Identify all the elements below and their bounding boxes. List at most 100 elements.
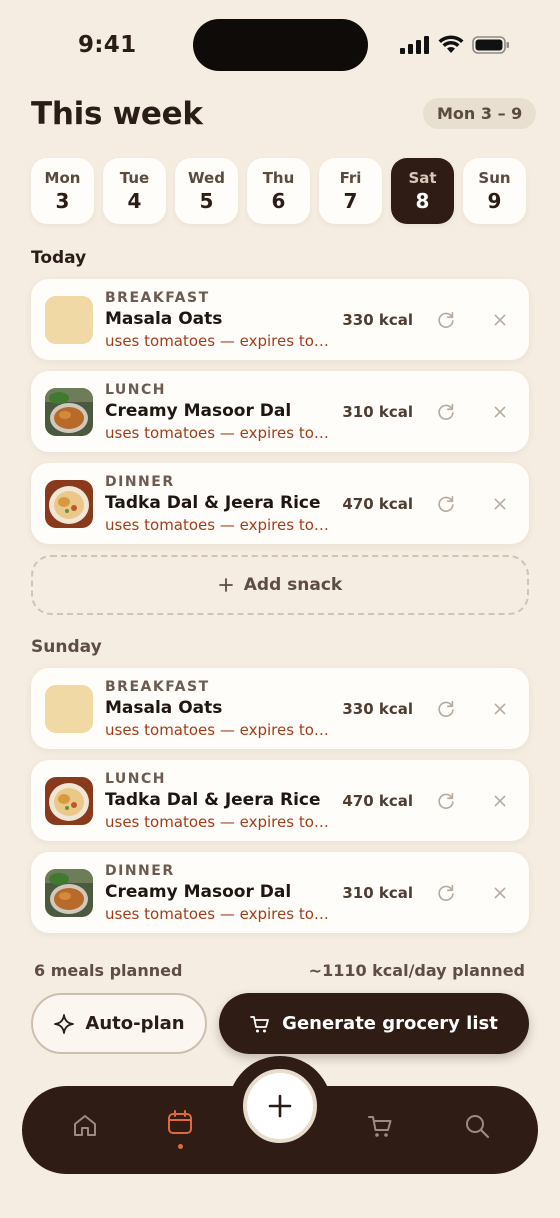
day-chip-tue[interactable]: Tue 4 (103, 158, 166, 224)
rice-plate-image (45, 480, 93, 528)
meal-name: Creamy Masoor Dal (105, 882, 292, 902)
meal-thumbnail (45, 685, 93, 733)
status-bar: 9:41 (0, 0, 560, 92)
generate-grocery-list-label: Generate grocery list (282, 1013, 498, 1034)
day-chip-mon[interactable]: Mon 3 (31, 158, 94, 224)
oats-placeholder-image (45, 296, 93, 344)
active-tab-indicator (178, 1144, 183, 1149)
dynamic-island (193, 19, 368, 71)
dal-bowl-image (45, 388, 93, 436)
status-icons (400, 35, 510, 54)
refresh-icon[interactable] (435, 493, 457, 515)
meal-name: Masala Oats (105, 309, 223, 329)
refresh-icon[interactable] (435, 790, 457, 812)
dal-bowl-image (45, 869, 93, 917)
add-snack-label: Add snack (243, 575, 343, 595)
close-icon[interactable] (489, 882, 511, 904)
meal-card-lunch[interactable]: LUNCH Tadka Dal & Jeera Rice uses tomato… (31, 760, 529, 841)
close-icon[interactable] (489, 698, 511, 720)
rice-plate-image (45, 777, 93, 825)
kcal-planned-summary: ~1110 kcal/day planned (308, 961, 525, 980)
day-chip-sat[interactable]: Sat 8 (391, 158, 454, 224)
day-name: Wed (188, 169, 225, 187)
meal-thumbnail (45, 777, 93, 825)
day-name: Sat (408, 169, 437, 187)
close-icon[interactable] (489, 401, 511, 423)
day-number: 5 (199, 189, 214, 213)
search-icon[interactable] (463, 1112, 491, 1140)
meal-kcal: 310 kcal (342, 403, 413, 421)
refresh-icon[interactable] (435, 698, 457, 720)
expiry-note: uses tomatoes — expires to… (105, 813, 329, 831)
meal-type-label: LUNCH (105, 382, 166, 398)
calendar-icon[interactable] (166, 1108, 194, 1136)
day-number: 6 (271, 189, 286, 213)
plus-icon (268, 1094, 292, 1118)
expiry-note: uses tomatoes — expires tom… (105, 424, 330, 442)
day-chip-thu[interactable]: Thu 6 (247, 158, 310, 224)
day-selector: Mon 3 Tue 4 Wed 5 Thu 6 Fri 7 Sat 8 Sun 9 (31, 158, 526, 224)
refresh-icon[interactable] (435, 882, 457, 904)
cart-icon (250, 1015, 270, 1032)
auto-plan-button[interactable]: Auto-plan (31, 993, 207, 1054)
cart-icon[interactable] (366, 1112, 394, 1140)
meal-card-dinner[interactable]: DINNER Creamy Masoor Dal uses tomatoes —… (31, 852, 529, 933)
meal-name: Tadka Dal & Jeera Rice (105, 493, 321, 513)
meal-card-breakfast[interactable]: BREAKFAST Masala Oats uses tomatoes — ex… (31, 668, 529, 749)
close-icon[interactable] (489, 790, 511, 812)
meal-kcal: 470 kcal (342, 792, 413, 810)
add-snack-button[interactable]: Add snack (31, 555, 529, 615)
battery-icon (472, 35, 509, 54)
meal-name: Tadka Dal & Jeera Rice (105, 790, 321, 810)
day-name: Thu (262, 169, 295, 187)
day-chip-wed[interactable]: Wed 5 (175, 158, 238, 224)
meal-thumbnail (45, 296, 93, 344)
day-name: Sun (478, 169, 511, 187)
expiry-note: uses tomatoes — expires to… (105, 516, 329, 534)
add-button[interactable] (243, 1069, 317, 1143)
day-chip-fri[interactable]: Fri 7 (319, 158, 382, 224)
sparkle-icon (54, 1013, 75, 1034)
meals-planned-count: 6 meals planned (34, 961, 183, 980)
meal-thumbnail (45, 480, 93, 528)
refresh-icon[interactable] (435, 309, 457, 331)
meal-kcal: 310 kcal (342, 884, 413, 902)
home-icon[interactable] (71, 1112, 99, 1140)
auto-plan-label: Auto-plan (85, 1013, 185, 1034)
meal-thumbnail (45, 388, 93, 436)
generate-grocery-list-button[interactable]: Generate grocery list (219, 993, 529, 1054)
page-title: This week (31, 96, 203, 132)
expiry-note: uses tomatoes — expires to… (105, 332, 329, 350)
expiry-note: uses tomatoes — expires to… (105, 721, 329, 739)
meal-type-label: DINNER (105, 474, 175, 490)
meal-card-breakfast[interactable]: BREAKFAST Masala Oats uses tomatoes — ex… (31, 279, 529, 360)
wifi-icon (438, 35, 464, 53)
expiry-note: uses tomatoes — expires tom… (105, 905, 330, 923)
day-number: 4 (127, 189, 142, 213)
meal-name: Creamy Masoor Dal (105, 401, 292, 421)
meal-type-label: BREAKFAST (105, 679, 210, 695)
plus-icon (218, 578, 233, 592)
meal-name: Masala Oats (105, 698, 223, 718)
meal-card-lunch[interactable]: LUNCH Creamy Masoor Dal uses tomatoes — … (31, 371, 529, 452)
day-number: 7 (343, 189, 358, 213)
day-number: 3 (55, 189, 70, 213)
meal-thumbnail (45, 869, 93, 917)
day-name: Mon (44, 169, 81, 187)
status-time: 9:41 (78, 32, 137, 58)
meal-type-label: DINNER (105, 863, 175, 879)
meal-type-label: LUNCH (105, 771, 166, 787)
meal-card-dinner[interactable]: DINNER Tadka Dal & Jeera Rice uses tomat… (31, 463, 529, 544)
section-title-sunday: Sunday (31, 637, 102, 657)
day-name: Tue (119, 169, 150, 187)
close-icon[interactable] (489, 309, 511, 331)
meal-kcal: 330 kcal (342, 311, 413, 329)
week-range-badge[interactable]: Mon 3 – 9 (423, 98, 537, 129)
day-chip-sun[interactable]: Sun 9 (463, 158, 526, 224)
section-title-today: Today (31, 248, 87, 268)
refresh-icon[interactable] (435, 401, 457, 423)
close-icon[interactable] (489, 493, 511, 515)
meal-kcal: 330 kcal (342, 700, 413, 718)
day-name: Fri (339, 169, 362, 187)
meal-kcal: 470 kcal (342, 495, 413, 513)
